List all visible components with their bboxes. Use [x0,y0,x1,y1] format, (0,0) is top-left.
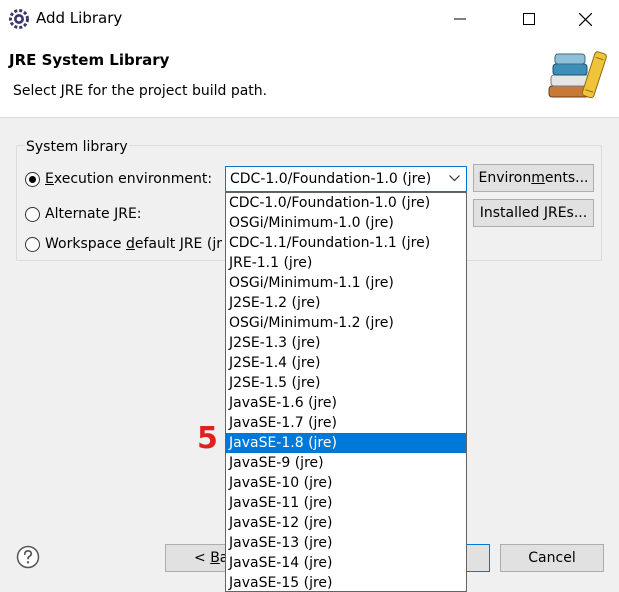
banner-title: JRE System Library [9,51,170,69]
banner-description: Select JRE for the project build path. [13,83,268,99]
dropdown-item[interactable]: JavaSE-13 (jre) [226,533,466,553]
minimize-button[interactable] [437,0,483,38]
dropdown-item[interactable]: OSGi/Minimum-1.1 (jre) [226,273,466,293]
cancel-button[interactable]: Cancel [500,544,604,572]
dropdown-item[interactable]: JavaSE-9 (jre) [226,453,466,473]
title-bar[interactable]: Add Library [0,0,619,38]
close-button[interactable] [562,0,608,38]
radio-alternate-jre[interactable]: Alternate JRE: [25,206,142,222]
dropdown-item[interactable]: JavaSE-14 (jre) [226,553,466,573]
dropdown-item[interactable]: JavaSE-10 (jre) [226,473,466,493]
dropdown-item[interactable]: JavaSE-1.6 (jre) [226,393,466,413]
radio-workspace-default-jre[interactable]: Workspace default JRE (jr [25,236,222,252]
dialog-banner: JRE System Library Select JRE for the pr… [0,38,619,118]
step-annotation: 5 [197,421,218,456]
eclipse-gear-icon [9,9,29,29]
window-title: Add Library [36,9,123,27]
maximize-icon [523,13,535,25]
radio-execution-environment[interactable]: Execution environment: [25,171,212,187]
dropdown-item-selected[interactable]: JavaSE-1.8 (jre) [226,433,466,453]
radio-label: Alternate JRE: [45,206,142,222]
dropdown-item[interactable]: JavaSE-12 (jre) [226,513,466,533]
help-icon[interactable] [16,545,40,569]
dropdown-item[interactable]: CDC-1.0/Foundation-1.0 (jre) [226,193,466,213]
radio-label: Execution environment: [45,171,213,187]
maximize-button[interactable] [506,0,552,38]
library-books-icon [548,51,607,99]
dropdown-item[interactable]: CDC-1.1/Foundation-1.1 (jre) [226,233,466,253]
dropdown-item[interactable]: JavaSE-1.7 (jre) [226,413,466,433]
dropdown-item[interactable]: JavaSE-11 (jre) [226,493,466,513]
radio-button[interactable] [25,171,40,187]
back-label: < Ba [194,550,228,566]
dropdown-item[interactable]: J2SE-1.4 (jre) [226,353,466,373]
installed-jres-button[interactable]: Installed JREs... [473,199,594,227]
dropdown-item[interactable]: J2SE-1.3 (jre) [226,333,466,353]
dropdown-item[interactable]: J2SE-1.2 (jre) [226,293,466,313]
chevron-down-icon [449,175,460,182]
dropdown-item[interactable]: J2SE-1.5 (jre) [226,373,466,393]
minimize-icon [454,18,466,20]
dropdown-item[interactable]: OSGi/Minimum-1.0 (jre) [226,213,466,233]
environments-button[interactable]: Environ m ents... [473,164,594,192]
radio-label: Workspace default JRE (jr [45,236,222,252]
dropdown-item[interactable]: OSGi/Minimum-1.2 (jre) [226,313,466,333]
combo-value: CDC-1.0/Foundation-1.0 (jre) [230,171,432,187]
radio-button[interactable] [25,206,40,222]
execution-environment-combo[interactable]: CDC-1.0/Foundation-1.0 (jre) [225,166,467,192]
dropdown-item[interactable]: JavaSE-15 (jre) [226,573,466,591]
execution-environment-dropdown[interactable]: CDC-1.0/Foundation-1.0 (jre) OSGi/Minimu… [225,192,467,592]
dropdown-item[interactable]: JRE-1.1 (jre) [226,253,466,273]
system-library-group-label: System library [25,139,129,155]
close-icon [578,12,592,26]
radio-button[interactable] [25,236,40,252]
